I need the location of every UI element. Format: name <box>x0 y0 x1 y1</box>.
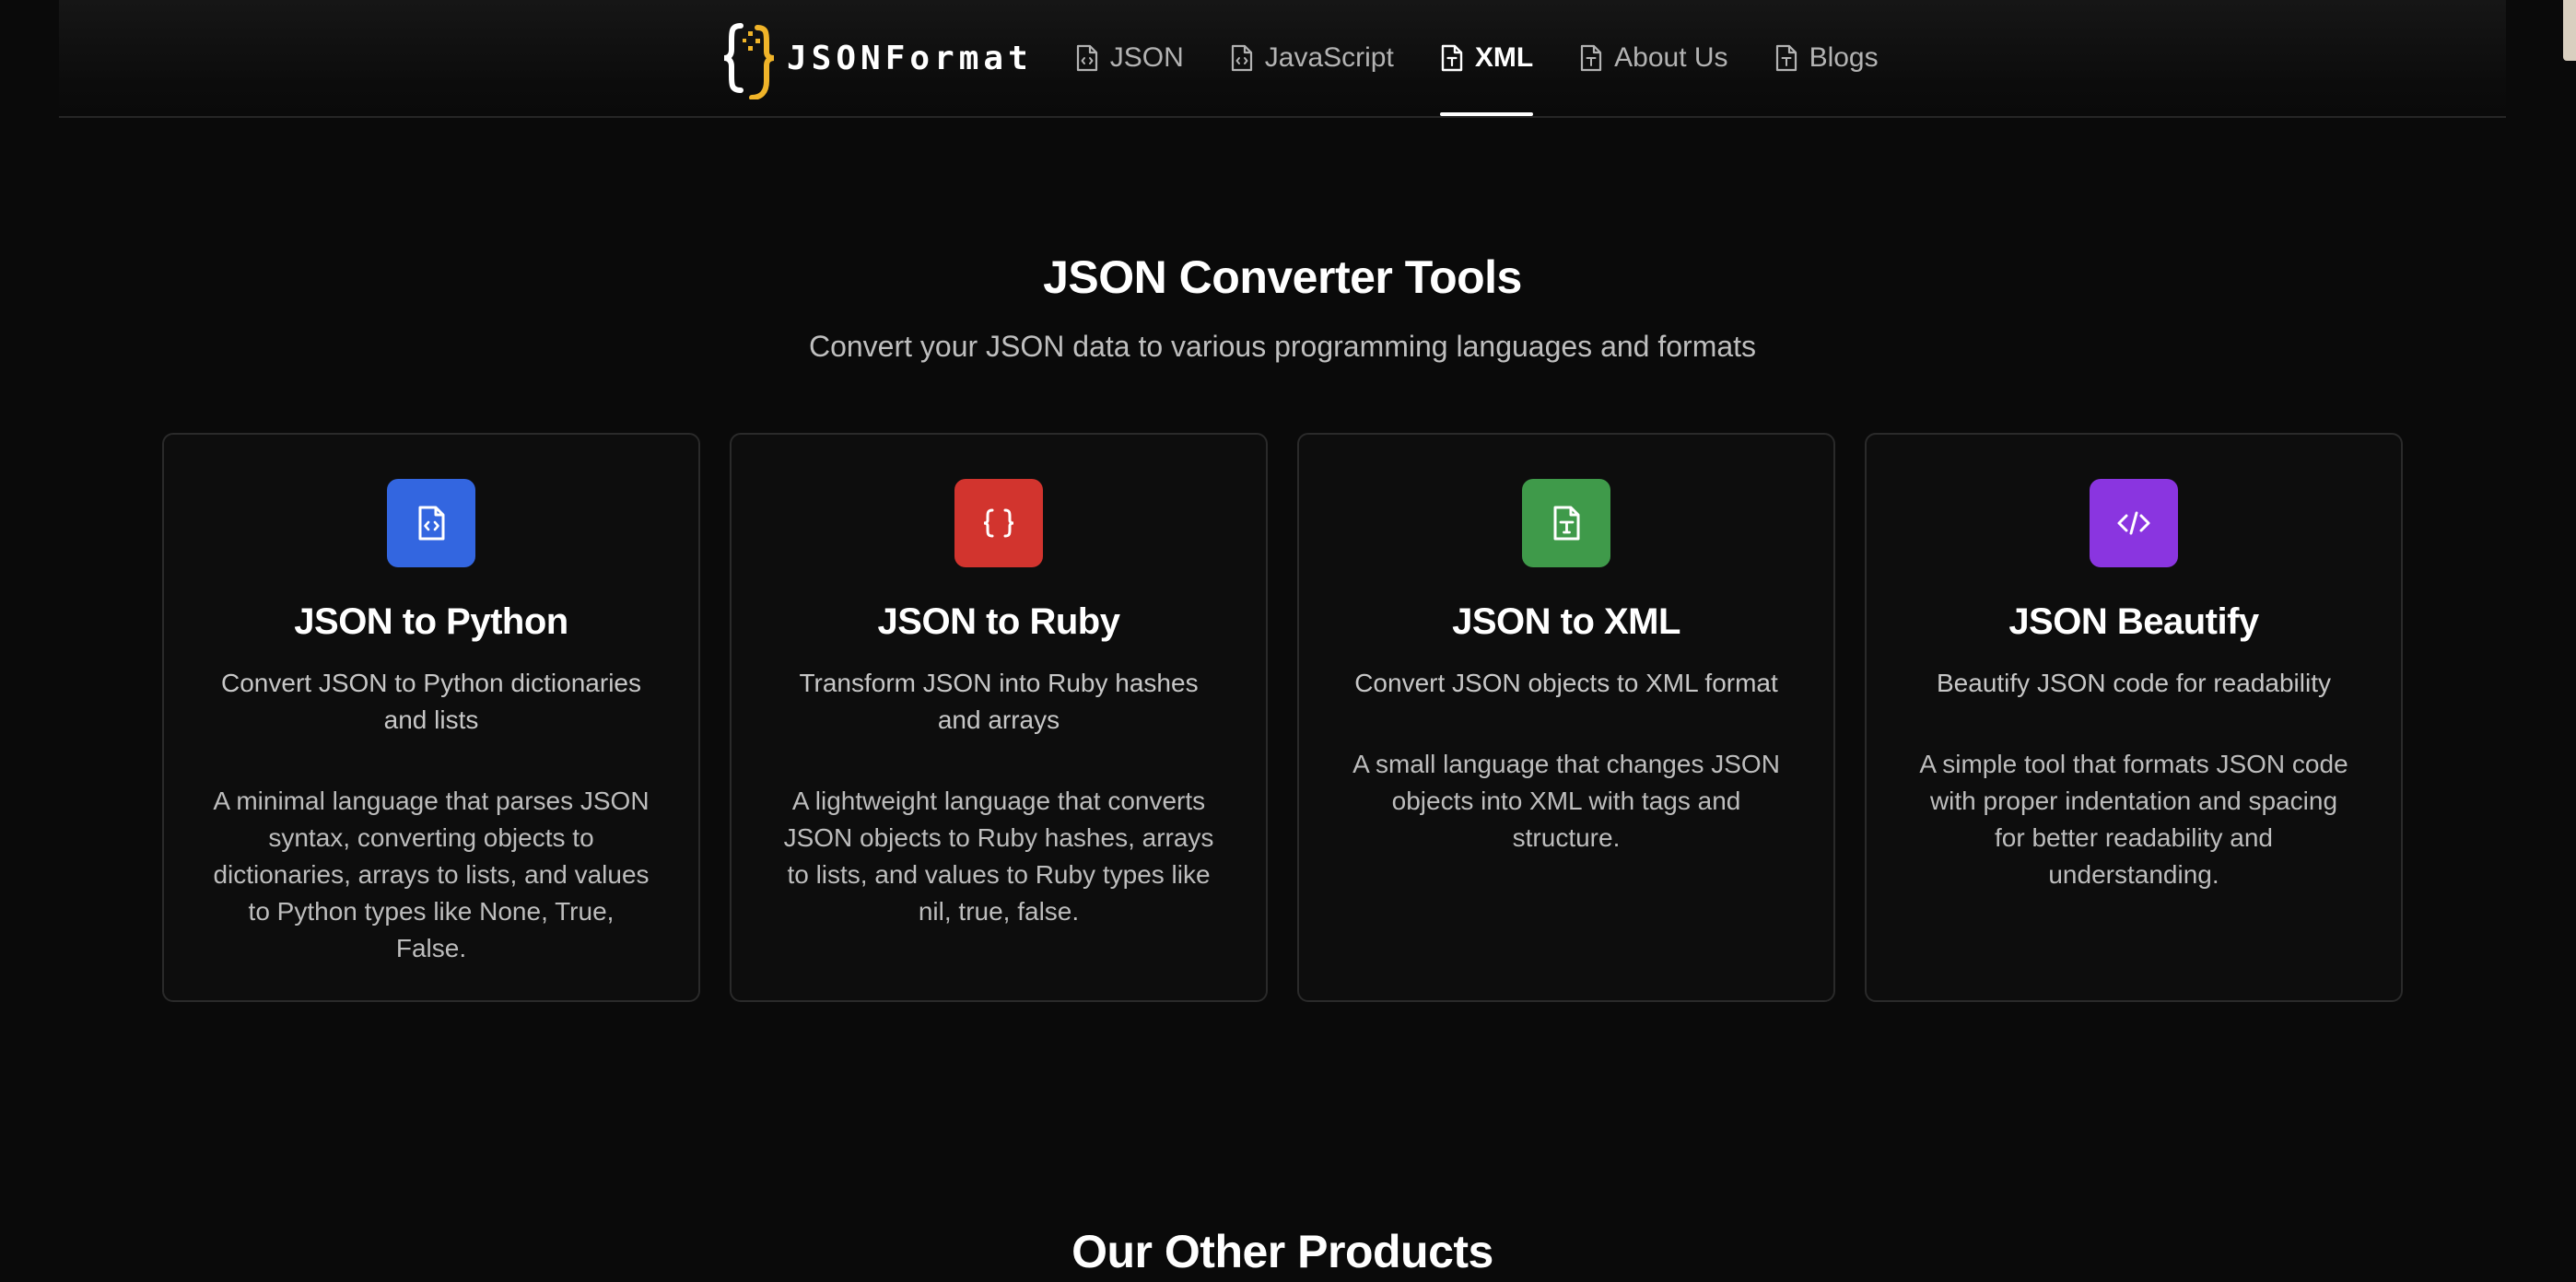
file-code-icon <box>1076 44 1097 72</box>
page: JSONFormat JSON JavaScript XML About Us … <box>0 0 2576 1282</box>
card-icon-badge <box>2090 479 2178 567</box>
card-json-to-python[interactable]: JSON to Python Convert JSON to Python di… <box>162 433 700 1002</box>
nav-item-about-us[interactable]: About Us <box>1579 0 1728 116</box>
nav-label: JSON <box>1109 42 1184 73</box>
other-products-title: Our Other Products <box>1071 1226 1493 1277</box>
card-long-description: A minimal language that parses JSON synt… <box>213 787 650 962</box>
code-icon <box>2117 511 2150 535</box>
card-short-description: Convert JSON to Python dictionaries and … <box>221 669 641 734</box>
card-short-description: Convert JSON objects to XML format <box>1354 669 1778 697</box>
section-subtitle: Convert your JSON data to various progra… <box>808 330 1757 363</box>
card-icon-badge <box>954 479 1043 567</box>
card-long-description: A small language that changes JSON objec… <box>1352 750 1780 852</box>
card-icon-badge <box>387 479 475 567</box>
section-title: JSON Converter Tools <box>1043 251 1522 303</box>
file-text-icon <box>1441 44 1463 72</box>
file-code-icon <box>418 506 445 541</box>
logo-braces-icon <box>723 23 775 99</box>
file-text-icon <box>1581 44 1602 72</box>
nav-item-javascript[interactable]: JavaScript <box>1230 0 1394 116</box>
nav-label: JavaScript <box>1264 42 1394 73</box>
card-title: JSON to Python <box>294 601 568 642</box>
main-nav: JSON JavaScript XML About Us Blogs <box>1075 0 1925 116</box>
card-short-description: Beautify JSON code for readability <box>1937 669 2331 697</box>
nav-item-blogs[interactable]: Blogs <box>1774 0 1879 116</box>
card-json-to-ruby[interactable]: JSON to Ruby Transform JSON into Ruby ha… <box>730 433 1268 1002</box>
nav-label: About Us <box>1614 42 1728 73</box>
file-text-icon <box>1775 44 1797 72</box>
file-type-icon <box>1553 506 1580 541</box>
card-title: JSON to XML <box>1452 601 1680 642</box>
card-long-description: A simple tool that formats JSON code wit… <box>1919 750 2348 889</box>
scrollbar-thumb[interactable] <box>2563 0 2576 61</box>
scrollbar[interactable] <box>2563 0 2576 1282</box>
nav-label: Blogs <box>1809 42 1879 73</box>
card-json-to-xml[interactable]: JSON to XML Convert JSON objects to XML … <box>1297 433 1835 1002</box>
site-header: JSONFormat JSON JavaScript XML About Us … <box>59 0 2506 118</box>
braces-icon <box>983 508 1014 538</box>
logo-text: JSONFormat <box>787 39 1033 77</box>
file-code-icon <box>1231 44 1252 72</box>
header-inner: JSONFormat JSON JavaScript XML About Us … <box>720 0 1925 116</box>
tool-cards: JSON to Python Convert JSON to Python di… <box>162 433 2403 1002</box>
card-title: JSON to Ruby <box>877 601 1120 642</box>
card-title: JSON Beautify <box>2008 601 2259 642</box>
card-json-beautify[interactable]: JSON Beautify Beautify JSON code for rea… <box>1865 433 2403 1002</box>
card-long-description: A lightweight language that converts JSO… <box>783 787 1214 926</box>
nav-item-json[interactable]: JSON <box>1075 0 1184 116</box>
nav-label: XML <box>1474 42 1534 73</box>
nav-item-xml[interactable]: XML <box>1439 0 1534 116</box>
logo[interactable]: JSONFormat <box>720 0 1033 116</box>
card-icon-badge <box>1522 479 1610 567</box>
card-short-description: Transform JSON into Ruby hashes and arra… <box>799 669 1199 734</box>
